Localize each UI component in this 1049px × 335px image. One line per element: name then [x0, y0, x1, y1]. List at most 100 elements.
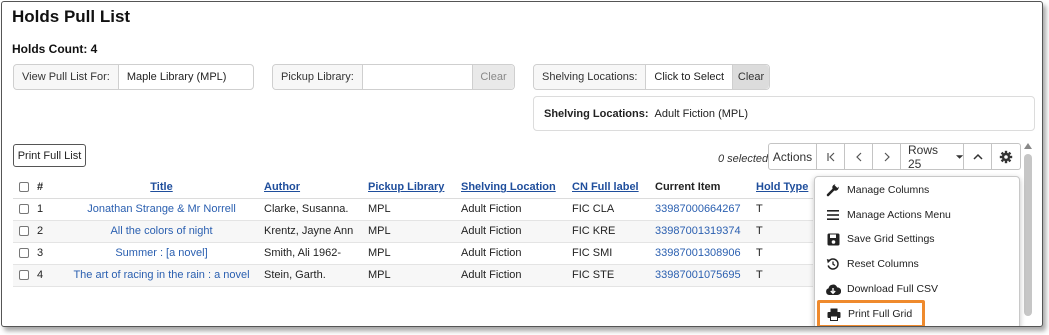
view-pull-list-for-select[interactable]: Maple Library (MPL) [119, 65, 253, 89]
pickup-library-group: Pickup Library: Clear [272, 64, 515, 90]
row-title-link[interactable]: The art of racing in the rain : a novel [59, 264, 264, 287]
row-title-link[interactable]: Jonathan Strange & Mr Norrell [59, 198, 264, 221]
holds-count: Holds Count: 4 [12, 42, 98, 56]
chevron-right-icon [884, 152, 890, 161]
column-header-number: # [37, 177, 59, 199]
row-checkbox[interactable] [13, 242, 37, 265]
gear-icon [999, 150, 1013, 163]
selected-shelving-locations: Shelving Locations: Adult Fiction (MPL) [533, 96, 1035, 131]
row-checkbox[interactable] [13, 264, 37, 287]
grid-scrollbar[interactable] [1023, 141, 1033, 326]
menu-item-print-full-grid[interactable]: Print Full Grid [817, 300, 925, 326]
row-checkbox[interactable] [13, 198, 37, 221]
row-hold-type: T [756, 242, 813, 265]
menu-item-label: Print Full Grid [848, 308, 913, 320]
row-current-item-link[interactable]: 33987001308906 [655, 242, 756, 265]
row-current-item-link[interactable]: 33987001075695 [655, 264, 756, 287]
row-number: 2 [37, 220, 59, 243]
shelving-locations-label: Shelving Locations: [534, 65, 647, 89]
row-author: Smith, Ali 1962- [264, 242, 368, 265]
caret-down-icon [955, 154, 963, 159]
save-icon [825, 231, 841, 247]
row-hold-type: T [756, 220, 813, 243]
menu-item-manage-actions-menu[interactable]: Manage Actions Menu [815, 203, 1009, 227]
collapse-button[interactable] [963, 143, 992, 170]
pickup-library-label: Pickup Library: [273, 65, 363, 89]
checkbox-icon [19, 182, 29, 193]
column-header-cn-full-label[interactable]: CN Full label [572, 177, 655, 199]
shelving-locations-select-button[interactable]: Click to Select [646, 65, 734, 89]
row-author: Stein, Garth. [264, 264, 368, 287]
column-header-current-item: Current Item [655, 177, 756, 199]
row-hold-type: T [756, 198, 813, 221]
row-shelving-location: Adult Fiction [461, 198, 572, 221]
row-number: 1 [37, 198, 59, 221]
row-pickup-library: MPL [368, 198, 461, 221]
menu-item-label: Manage Columns [847, 184, 930, 196]
actions-button[interactable]: Actions [768, 143, 817, 170]
menu-item-download-full-csv[interactable]: Download Full CSV [815, 277, 1009, 301]
selected-count: 0 selected [718, 153, 769, 165]
scrollbar-thumb[interactable] [1024, 154, 1032, 316]
row-author: Clarke, Susanna. [264, 198, 368, 221]
table-row: 3 Summer : [a novel] Smith, Ali 1962- MP… [13, 242, 813, 265]
row-number: 3 [37, 242, 59, 265]
grid-settings-button[interactable] [991, 143, 1021, 170]
row-checkbox[interactable] [13, 220, 37, 243]
selected-shelving-locations-value: Adult Fiction (MPL) [654, 107, 749, 120]
row-current-item-link[interactable]: 33987001319374 [655, 220, 756, 243]
grid-header-row: # Title Author Pickup Library Shelving L… [13, 177, 813, 199]
column-header-hold-type[interactable]: Hold Type [756, 177, 813, 199]
pickup-library-input[interactable] [363, 65, 472, 89]
table-row: 2 All the colors of night Krentz, Jayne … [13, 220, 813, 243]
bars-icon [825, 207, 841, 223]
prev-page-button[interactable] [844, 143, 873, 170]
cloud-download-icon [825, 281, 841, 297]
rows-per-page-dropdown[interactable]: Rows 25 [900, 142, 964, 171]
holds-pull-list-window: Holds Pull List Holds Count: 4 View Pull… [1, 1, 1043, 327]
pickup-library-clear-button[interactable]: Clear [472, 65, 514, 89]
row-shelving-location: Adult Fiction [461, 242, 572, 265]
row-pickup-library: MPL [368, 220, 461, 243]
row-title-link[interactable]: Summer : [a novel] [59, 242, 264, 265]
menu-item-label: Download Full CSV [847, 283, 939, 295]
wrench-icon [825, 182, 841, 198]
next-page-button[interactable] [872, 143, 901, 170]
table-row: 4 The art of racing in the rain : a nove… [13, 264, 813, 287]
shelving-locations-clear-button[interactable]: Clear [733, 65, 769, 89]
row-current-item-link[interactable]: 33987000664267 [655, 198, 756, 221]
column-header-author[interactable]: Author [264, 177, 368, 199]
row-cn-label: FIC CLA [572, 198, 655, 221]
chevron-up-icon [972, 153, 983, 160]
menu-item-label: Save Grid Settings [847, 233, 935, 245]
checkbox-icon [19, 248, 29, 259]
table-row: 1 Jonathan Strange & Mr Norrell Clarke, … [13, 198, 813, 221]
reset-icon [825, 256, 841, 272]
page-title: Holds Pull List [12, 7, 131, 26]
row-pickup-library: MPL [368, 264, 461, 287]
menu-item-save-grid-settings[interactable]: Save Grid Settings [815, 227, 1009, 251]
row-cn-label: FIC STE [572, 264, 655, 287]
row-cn-label: FIC SMI [572, 242, 655, 265]
view-pull-list-for-group: View Pull List For: Maple Library (MPL) [13, 64, 254, 90]
first-page-button[interactable] [816, 143, 845, 170]
grid-settings-menu: Manage Columns Manage Actions Menu Save … [814, 176, 1020, 326]
select-all-checkbox[interactable] [13, 177, 37, 199]
column-header-shelving-location[interactable]: Shelving Location [461, 177, 572, 199]
checkbox-icon [19, 270, 29, 281]
menu-item-reset-columns[interactable]: Reset Columns [815, 252, 1009, 276]
first-page-icon [826, 152, 834, 161]
checkbox-icon [19, 204, 29, 215]
row-shelving-location: Adult Fiction [461, 264, 572, 287]
row-author: Krentz, Jayne Ann [264, 220, 368, 243]
column-header-pickup-library[interactable]: Pickup Library [368, 177, 461, 199]
row-title-link[interactable]: All the colors of night [59, 220, 264, 243]
menu-item-manage-columns[interactable]: Manage Columns [815, 178, 1009, 202]
rows-per-page-label: Rows 25 [908, 142, 939, 171]
row-hold-type: T [756, 264, 813, 287]
menu-item-label: Manage Actions Menu [847, 209, 951, 221]
selected-shelving-locations-label: Shelving Locations: [544, 107, 649, 120]
row-cn-label: FIC KRE [572, 220, 655, 243]
column-header-title[interactable]: Title [59, 177, 264, 199]
print-full-list-button[interactable]: Print Full List [13, 144, 86, 167]
